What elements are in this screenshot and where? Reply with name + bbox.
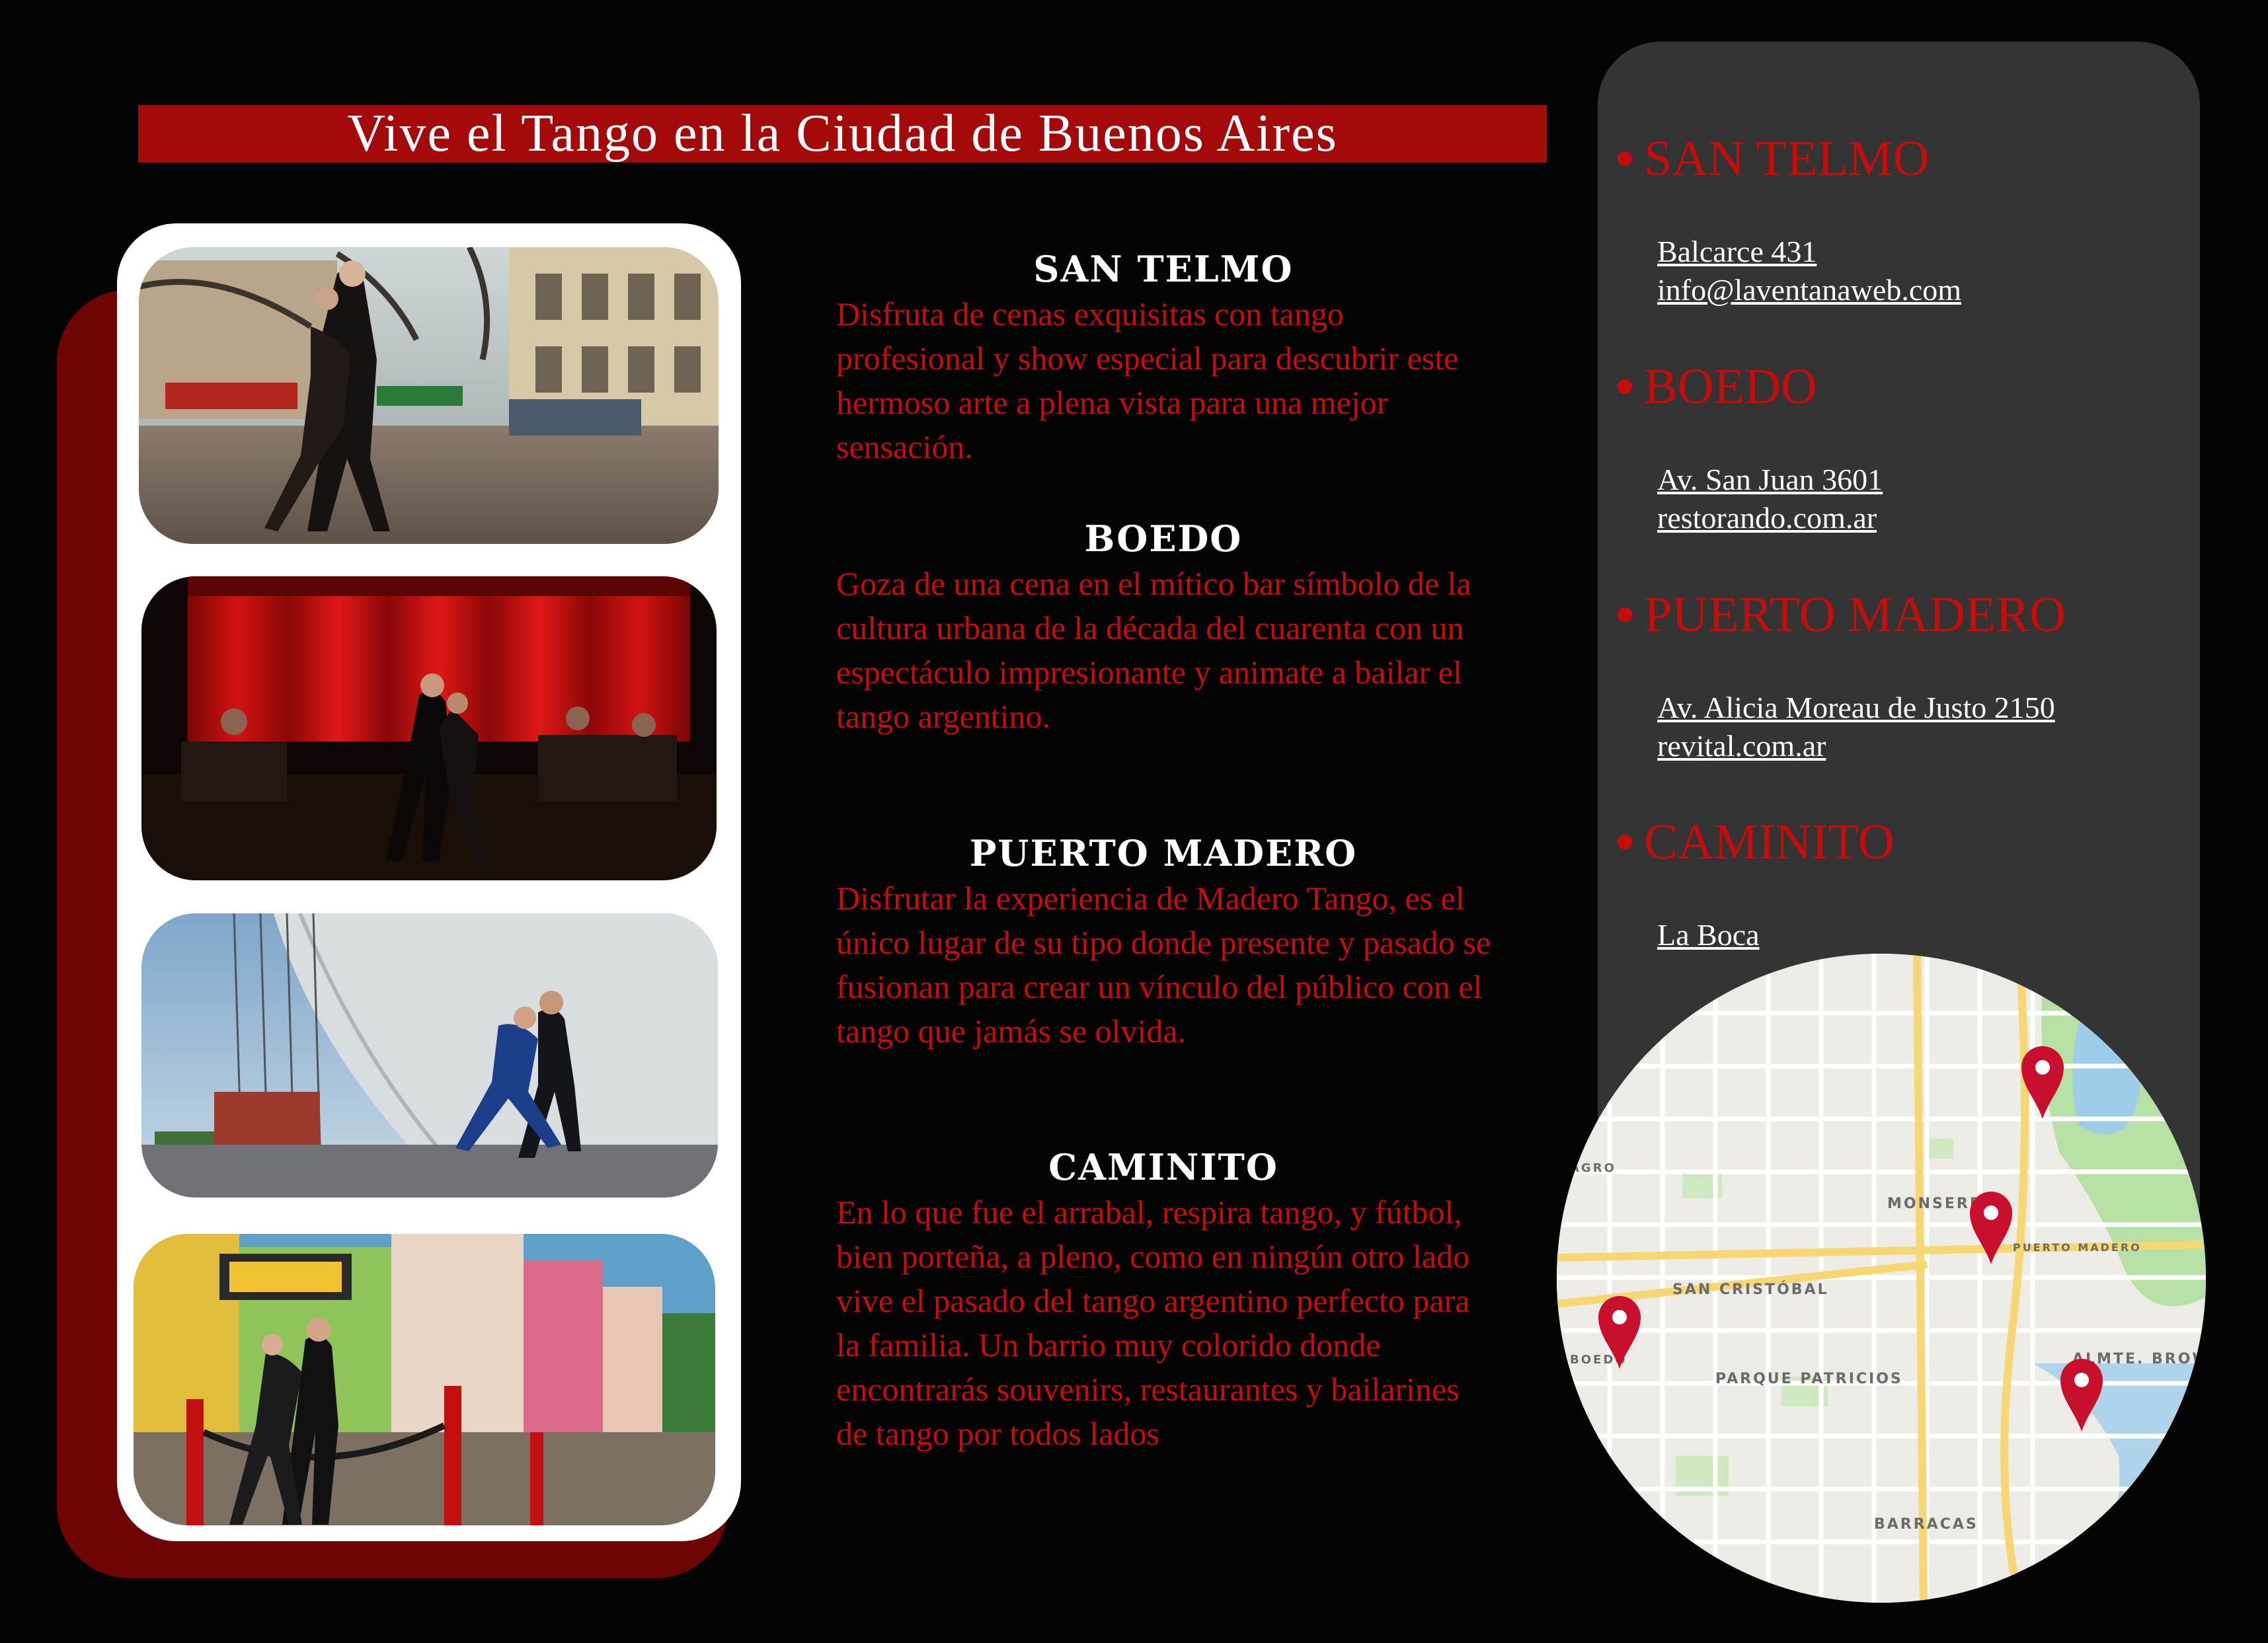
location-puerto-madero: PUERTO MADERO Av. Alicia Moreau de Justo…: [1618, 588, 2066, 765]
bullet-dot: [1618, 151, 1632, 166]
pin-caminito-center: [2074, 1373, 2089, 1387]
page-title: Vive el Tango en la Ciudad de Buenos Air…: [138, 105, 1547, 163]
location-link[interactable]: restorando.com.ar: [1657, 499, 1883, 537]
section-heading: SAN TELMO: [1033, 248, 1294, 290]
section-heading: CAMINITO: [1048, 1146, 1278, 1188]
location-address[interactable]: La Boca: [1657, 916, 1895, 954]
section-text: Disfrutar la experiencia de Madero Tango…: [836, 880, 1491, 1050]
photo-boedo: [141, 576, 717, 880]
section-heading: BOEDO: [1084, 517, 1243, 560]
location-link[interactable]: info@laventanaweb.com: [1657, 271, 1961, 309]
location-map[interactable]: MONSERRAT SAN CRISTÓBAL PARQUE PATRICIOS…: [1557, 954, 2206, 1603]
map-label-parque-patricios: PARQUE PATRICIOS: [1715, 1371, 1903, 1387]
location-caminito: CAMINITO La Boca: [1618, 816, 1895, 954]
location-address[interactable]: Av. Alicia Moreau de Justo 2150: [1657, 689, 2066, 727]
section-text: Disfruta de cenas exquisitas con tango p…: [836, 295, 1459, 465]
bullet-dot: [1618, 607, 1632, 622]
section-boedo: BOEDO Goza de una cena en el mítico bar …: [836, 518, 1491, 739]
location-name: BOEDO: [1644, 359, 1817, 414]
pin-boedo-center: [1612, 1310, 1627, 1324]
map-label-san-cristobal: SAN CRISTÓBAL: [1672, 1281, 1829, 1298]
section-caminito: CAMINITO En lo que fue el arrabal, respi…: [836, 1147, 1491, 1456]
section-text: Goza de una cena en el mítico bar símbol…: [836, 565, 1471, 735]
photo-puerto-madero: [141, 913, 718, 1198]
pin-san-telmo-center: [2035, 1060, 2050, 1075]
map-label-agro: AGRO: [1570, 1161, 1616, 1175]
section-san-telmo: SAN TELMO Disfruta de cenas exquisitas c…: [836, 248, 1491, 469]
map-label-puerto-madero: PUERTO MADERO: [2013, 1241, 2142, 1254]
section-text: En lo que fue el arrabal, respira tango,…: [836, 1194, 1470, 1452]
location-san-telmo: SAN TELMO Balcarce 431 info@laventanaweb…: [1618, 132, 1961, 309]
photo-san-telmo: [139, 247, 719, 544]
pin-monserrat-center: [1984, 1205, 1998, 1220]
bullet-dot: [1618, 379, 1632, 394]
location-link[interactable]: revital.com.ar: [1657, 727, 2066, 765]
photo-caminito: [134, 1234, 715, 1525]
location-name: PUERTO MADERO: [1644, 587, 2066, 642]
location-name: SAN TELMO: [1644, 131, 1930, 186]
section-heading: PUERTO MADERO: [969, 832, 1358, 874]
location-name: CAMINITO: [1644, 814, 1895, 870]
location-boedo: BOEDO Av. San Juan 3601 restorando.com.a…: [1618, 360, 1883, 537]
map-label-barracas: BARRACAS: [1874, 1516, 1978, 1533]
location-address[interactable]: Balcarce 431: [1657, 233, 1961, 271]
bullet-dot: [1618, 834, 1632, 849]
location-address[interactable]: Av. San Juan 3601: [1657, 461, 1883, 499]
section-puerto-madero: PUERTO MADERO Disfrutar la experiencia d…: [836, 833, 1491, 1053]
